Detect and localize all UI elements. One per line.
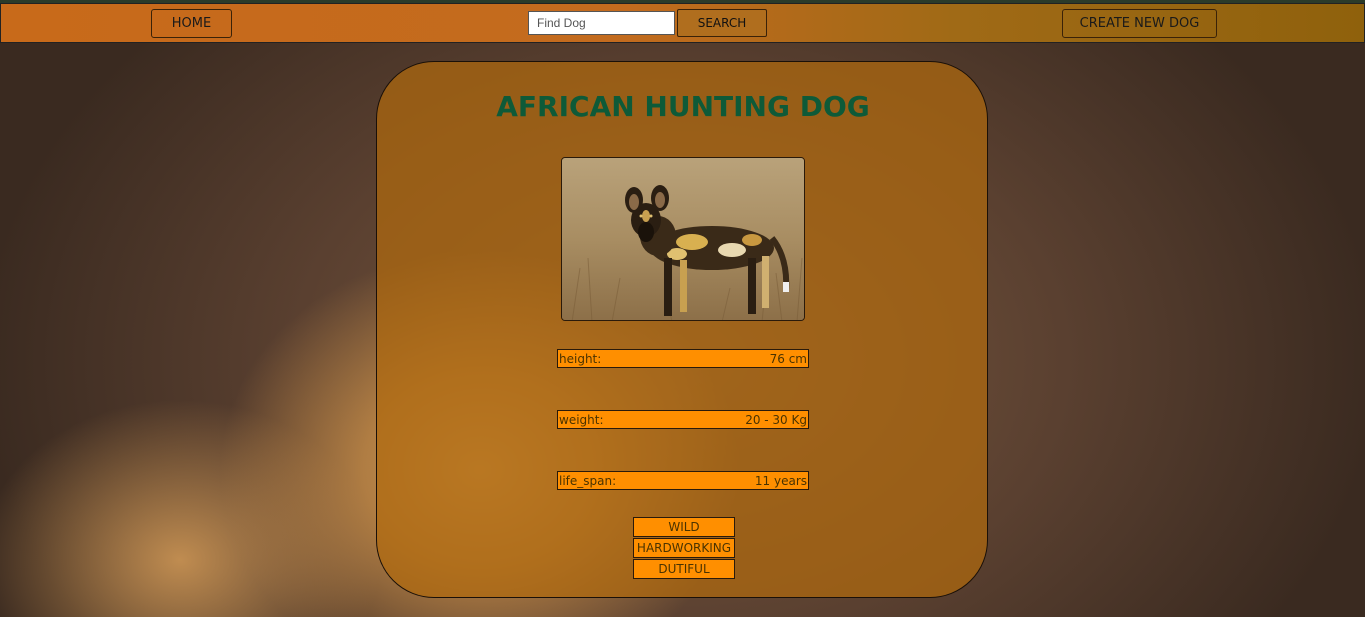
search-input[interactable] xyxy=(528,11,675,35)
search-button[interactable]: SEARCH xyxy=(677,9,767,37)
dog-name-title: AFRICAN HUNTING DOG xyxy=(496,90,870,123)
temperament-item: DUTIFUL xyxy=(633,559,735,579)
temperament-list: WILD HARDWORKING DUTIFUL xyxy=(633,517,735,580)
temperament-item: HARDWORKING xyxy=(633,538,735,558)
weight-value: 20 - 30 Kg xyxy=(745,412,807,427)
navbar: HOME SEARCH CREATE NEW DOG xyxy=(0,3,1365,43)
life-span-value: 11 years xyxy=(754,473,807,488)
height-label: height: xyxy=(559,351,602,366)
dog-photo xyxy=(561,157,805,321)
life-span-label: life_span: xyxy=(559,473,617,488)
weight-stat: weight: 20 - 30 Kg xyxy=(557,410,809,429)
weight-label: weight: xyxy=(559,412,604,427)
home-button[interactable]: HOME xyxy=(151,9,232,38)
life-span-stat: life_span: 11 years xyxy=(557,471,809,490)
height-stat: height: 76 cm xyxy=(557,349,809,368)
temperament-item: WILD xyxy=(633,517,735,537)
dog-detail-card: AFRICAN HUNTING DOG height: 76 cm weight… xyxy=(376,61,988,598)
create-new-dog-button[interactable]: CREATE NEW DOG xyxy=(1062,9,1217,38)
height-value: 76 cm xyxy=(769,351,807,366)
